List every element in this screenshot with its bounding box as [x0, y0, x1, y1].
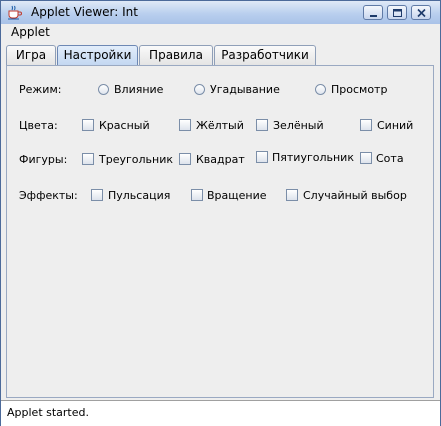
- applet-window: Applet Viewer: Int Applet Игра Настройки…: [0, 0, 441, 426]
- color-green-checkbox[interactable]: [256, 119, 268, 131]
- title-bar[interactable]: Applet Viewer: Int: [1, 1, 440, 25]
- mode-influence-label[interactable]: Влияние: [114, 83, 163, 96]
- mode-view-radio[interactable]: [315, 84, 326, 95]
- mode-guessing-label[interactable]: Угадывание: [210, 83, 280, 96]
- tab-game[interactable]: Игра: [6, 45, 56, 65]
- java-cup-icon[interactable]: [6, 5, 22, 20]
- maximize-button[interactable]: [387, 5, 407, 20]
- color-green-label[interactable]: Зелёный: [273, 119, 324, 132]
- mode-influence-radio[interactable]: [98, 84, 109, 95]
- menu-bar: Applet: [1, 24, 440, 42]
- window-title: Applet Viewer: Int: [31, 5, 138, 19]
- settings-panel: Режим: Влияние Угадывание Просмотр Цвета…: [6, 65, 434, 398]
- minimize-button[interactable]: [363, 5, 383, 20]
- effects-label: Эффекты:: [19, 189, 78, 202]
- effect-rotation-label[interactable]: Вращение: [207, 189, 267, 202]
- tab-settings[interactable]: Настройки: [57, 45, 138, 65]
- color-yellow-label[interactable]: Жёлтый: [196, 119, 244, 132]
- shape-honeycomb-checkbox[interactable]: [360, 152, 372, 164]
- mode-guessing-radio[interactable]: [194, 84, 205, 95]
- status-text: Applet started.: [7, 406, 89, 419]
- shape-triangle-label[interactable]: Треугольник: [99, 153, 173, 166]
- close-icon: [417, 8, 426, 18]
- color-blue-checkbox[interactable]: [360, 119, 372, 131]
- effect-pulse-label[interactable]: Пульсация: [108, 189, 170, 202]
- color-red-checkbox[interactable]: [82, 119, 94, 131]
- tab-rules[interactable]: Правила: [139, 45, 213, 65]
- shape-pentagon-label[interactable]: Пятиугольник: [272, 151, 354, 164]
- effect-rotation-checkbox[interactable]: [191, 189, 203, 201]
- color-red-label[interactable]: Красный: [99, 119, 150, 132]
- shape-pentagon-checkbox[interactable]: [256, 151, 268, 163]
- mode-label: Режим:: [19, 83, 62, 96]
- status-bar: Applet started.: [1, 400, 440, 426]
- shape-honeycomb-label[interactable]: Сота: [376, 152, 404, 165]
- color-blue-label[interactable]: Синий: [377, 119, 413, 132]
- maximize-icon: [393, 9, 402, 17]
- menu-applet[interactable]: Applet: [11, 25, 50, 39]
- effect-random-label[interactable]: Случайный выбор: [303, 189, 407, 202]
- effect-pulse-checkbox[interactable]: [91, 189, 103, 201]
- effect-random-checkbox[interactable]: [286, 189, 298, 201]
- minimize-icon: [370, 15, 377, 17]
- tab-developers[interactable]: Разработчики: [214, 45, 316, 65]
- shape-triangle-checkbox[interactable]: [82, 153, 94, 165]
- shape-square-label[interactable]: Квадрат: [196, 153, 245, 166]
- color-yellow-checkbox[interactable]: [179, 119, 191, 131]
- shape-square-checkbox[interactable]: [179, 153, 191, 165]
- close-button[interactable]: [411, 5, 431, 20]
- mode-view-label[interactable]: Просмотр: [331, 83, 387, 96]
- colors-label: Цвета:: [19, 119, 58, 132]
- shapes-label: Фигуры:: [19, 153, 68, 166]
